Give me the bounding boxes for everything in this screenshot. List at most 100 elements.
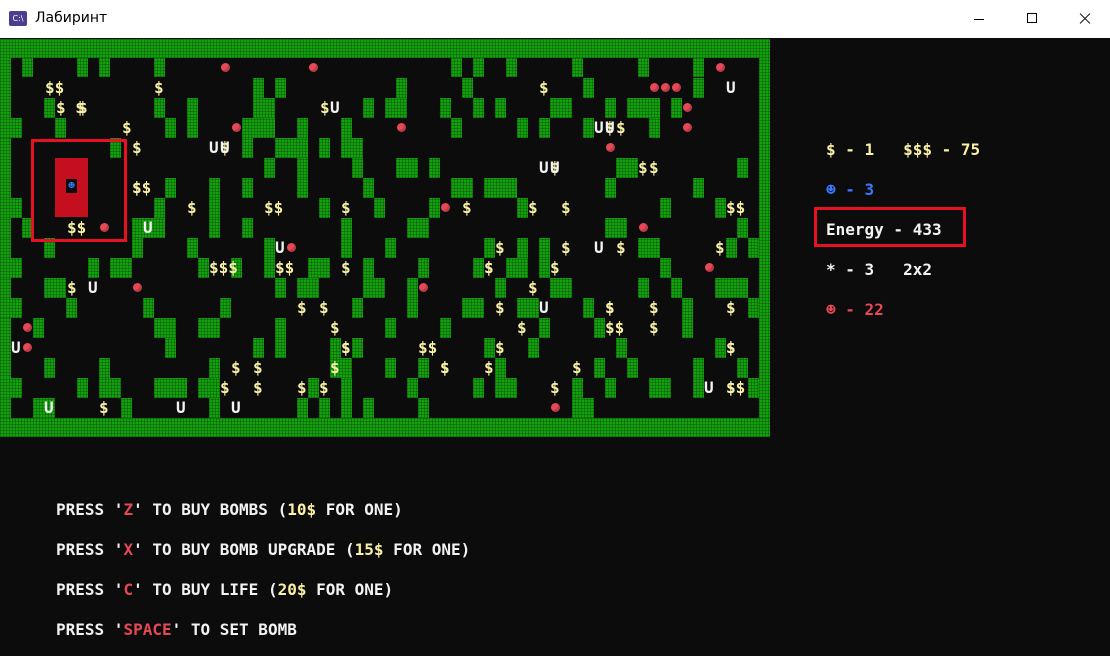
maze-wall [209, 218, 220, 238]
enemy-icon [133, 283, 142, 292]
maze-wall [539, 258, 550, 278]
maze-wall [429, 198, 440, 218]
maze-wall [275, 318, 286, 338]
upgrade-marker: U [231, 398, 241, 417]
maze-wall [495, 278, 506, 298]
maze-wall [44, 358, 55, 378]
maze-wall [363, 398, 374, 418]
maze-wall [352, 158, 363, 178]
coin-marker: $ [320, 98, 330, 117]
enemy-icon [716, 63, 725, 72]
coin-marker: $ [67, 278, 77, 297]
maze-wall [407, 298, 418, 318]
maze-wall [506, 58, 517, 77]
coin-marker: $ [517, 318, 527, 337]
maze-wall [495, 98, 506, 118]
maze-wall [154, 318, 176, 338]
coin-marker: $ [550, 378, 560, 397]
maze-wall [616, 158, 638, 178]
coin-marker: $ [341, 258, 351, 277]
coin-marker: $ [484, 258, 494, 277]
coin-marker: $ [132, 138, 142, 157]
maze-wall [440, 318, 451, 338]
coin-marker: $ [319, 378, 329, 397]
player-highlight-box [31, 139, 127, 242]
upgrade-marker: U [539, 158, 549, 177]
coin-marker: $ [649, 298, 659, 317]
maze-wall [440, 98, 451, 118]
enemy-icon [551, 403, 560, 412]
coin-marker: $ [726, 298, 736, 317]
close-button[interactable] [1062, 0, 1108, 38]
maze-wall [638, 278, 649, 298]
coin-marker: $ [231, 358, 241, 377]
maze-wall [319, 138, 330, 158]
maze-wall [660, 258, 671, 278]
maze-wall [495, 358, 506, 378]
maze-wall [55, 118, 66, 138]
help-text-part: ' TO BUY BOMB UPGRADE ( [133, 540, 355, 559]
upgrade-marker: U [44, 398, 54, 417]
help-key: X [123, 540, 134, 559]
maze-wall [528, 338, 539, 358]
coin-marker: $ [638, 158, 648, 177]
maze-wall [110, 258, 132, 278]
coin-marker: $ [495, 238, 505, 257]
maze-wall [308, 378, 319, 398]
maze-wall [418, 398, 429, 418]
maze-wall [264, 158, 275, 178]
coin-marker: $ [132, 178, 142, 197]
maze-wall [363, 278, 385, 298]
maze-wall [737, 158, 748, 178]
coin-marker: $ [341, 198, 351, 217]
maze-wall [0, 118, 22, 138]
maximize-button[interactable] [1009, 0, 1055, 38]
coin-marker: $ [462, 198, 472, 217]
enemy-icon [683, 123, 692, 132]
maze-wall [165, 118, 176, 138]
coin-marker: $$ [45, 78, 65, 97]
coin-marker: $$ [605, 318, 625, 337]
maze-wall [583, 78, 594, 98]
maze-wall [121, 398, 132, 418]
coin-marker: $ [561, 238, 571, 257]
maze-wall [638, 58, 649, 77]
help-text-part: PRESS ' [56, 620, 124, 639]
maze-wall [352, 338, 363, 358]
maze-wall [407, 278, 418, 298]
enemy-icon [232, 123, 241, 132]
upgrade-marker: U [704, 378, 714, 397]
maze-wall [0, 198, 22, 218]
maze-wall [484, 238, 495, 258]
maze-wall [517, 118, 528, 138]
coin-marker: $ [649, 158, 659, 177]
maze-wall [154, 198, 165, 218]
maze-wall [209, 198, 220, 218]
coin-marker: $$ [275, 258, 295, 277]
maze-wall [165, 338, 176, 358]
maze-wall [22, 58, 33, 77]
enemy-icon [287, 243, 296, 252]
enemy-icon [441, 203, 450, 212]
help-line-bomb: PRESS 'SPACE' TO SET BOMB [56, 620, 297, 639]
maze-wall [693, 58, 704, 77]
coin-marker: $ [154, 78, 164, 97]
maze-wall [473, 258, 484, 278]
maze-wall [352, 298, 363, 318]
coin-marker: $ [253, 358, 263, 377]
maze-wall [693, 358, 704, 378]
maze-wall [187, 118, 198, 138]
coin-marker: $ [539, 78, 549, 97]
maze-wall [737, 218, 748, 238]
maze-wall [242, 178, 253, 198]
minimize-button[interactable] [956, 0, 1002, 38]
maze-wall [748, 378, 759, 398]
maze-wall [671, 98, 682, 118]
maze-wall [418, 358, 429, 378]
upgrade-marker: U [605, 118, 615, 137]
maze-wall [429, 158, 440, 178]
help-price: 20$ [277, 580, 307, 599]
maze-wall [198, 318, 220, 338]
maze-wall [187, 98, 198, 118]
maze-wall [99, 358, 110, 378]
